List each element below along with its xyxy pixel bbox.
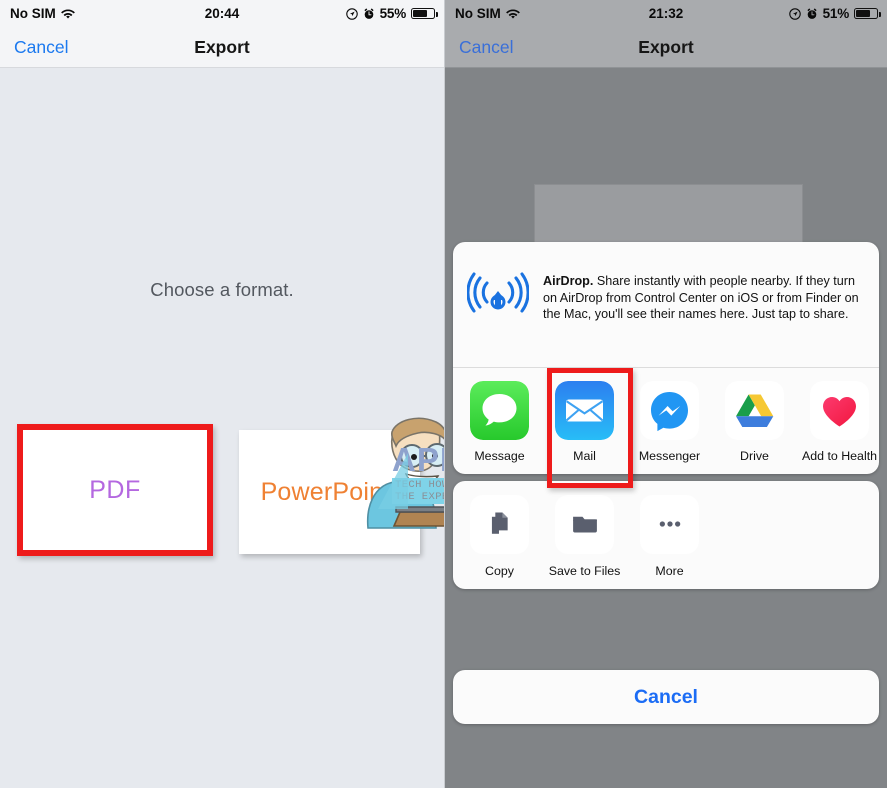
share-app-drive[interactable]: Drive	[712, 380, 797, 463]
right-status-bar: No SIM 21:32 51%	[445, 0, 887, 27]
pdf-label: PDF	[89, 475, 141, 504]
battery-icon	[854, 7, 881, 20]
powerpoint-label: PowerPoint	[260, 477, 391, 506]
health-heart-icon	[810, 380, 869, 440]
location-icon	[788, 7, 801, 20]
share-actions-row: Copy Save to Files More	[453, 494, 879, 578]
google-drive-icon	[725, 380, 784, 440]
wifi-icon	[505, 8, 520, 19]
left-status-bar: No SIM 20:44 55%	[0, 0, 444, 27]
wifi-icon	[60, 8, 75, 19]
share-action-more[interactable]: More	[627, 494, 712, 578]
alarm-clock-icon	[363, 7, 375, 20]
left-phone-screen: No SIM 20:44 55% Cancel Export Choose a …	[0, 0, 444, 788]
share-apps-row: Message Mail Messenger Drive Add to Heal…	[453, 380, 882, 463]
share-sheet-main-card: AirDrop. Share instantly with people nea…	[453, 242, 882, 488]
share-action-label: Copy	[485, 563, 514, 578]
battery-percent-label: 51%	[822, 6, 850, 21]
status-right-group: 55%	[345, 6, 438, 21]
right-nav-bar: Cancel Export	[445, 27, 887, 68]
share-app-label: Message	[474, 448, 525, 463]
status-left-group: No SIM	[455, 6, 520, 21]
share-action-label: More	[655, 563, 684, 578]
cancel-button[interactable]: Cancel	[14, 37, 68, 58]
share-sheet: AirDrop. Share instantly with people nea…	[453, 242, 879, 724]
carrier-label: No SIM	[455, 6, 501, 21]
cancel-button[interactable]: Cancel	[459, 37, 513, 58]
airdrop-description-block: AirDrop. Share instantly with people nea…	[543, 259, 863, 323]
format-card-powerpoint[interactable]: PowerPoint	[239, 430, 420, 554]
ellipsis-icon	[640, 494, 699, 554]
share-action-copy[interactable]: Copy	[457, 494, 542, 578]
status-right-group: 51%	[788, 6, 881, 21]
airdrop-icon	[466, 259, 530, 321]
share-app-message[interactable]: Message	[457, 380, 542, 463]
copy-icon	[470, 494, 529, 554]
share-app-label: Mail	[573, 448, 596, 463]
battery-percent-label: 55%	[379, 6, 407, 21]
share-apps-row-container: Message Mail Messenger Drive Add to Heal…	[453, 367, 882, 488]
mail-icon	[555, 380, 614, 440]
share-action-label: Save to Files	[548, 563, 621, 578]
share-sheet-cancel-label: Cancel	[634, 685, 698, 708]
format-chooser-body: Choose a format. PDF PowerPoint AP TECH …	[0, 68, 444, 788]
location-icon	[345, 7, 358, 20]
carrier-label: No SIM	[10, 6, 56, 21]
battery-icon	[411, 7, 438, 20]
airdrop-section: AirDrop. Share instantly with people nea…	[453, 242, 879, 368]
messenger-icon	[640, 380, 699, 440]
share-app-add-to-health[interactable]: Add to Health	[797, 380, 882, 463]
alarm-clock-icon	[806, 7, 818, 20]
folder-icon	[555, 494, 614, 554]
messages-icon	[470, 380, 529, 440]
share-action-save-to-files[interactable]: Save to Files	[542, 494, 627, 578]
share-app-label: Messenger	[638, 448, 701, 463]
status-left-group: No SIM	[10, 6, 75, 21]
left-nav-bar: Cancel Export	[0, 27, 444, 68]
share-app-messenger[interactable]: Messenger	[627, 380, 712, 463]
dual-screenshot-comparison: No SIM 20:44 55% Cancel Export Choose a …	[0, 0, 887, 788]
right-phone-screen: No SIM 21:32 51% Cancel Export AirDrop. …	[444, 0, 887, 788]
choose-format-prompt: Choose a format.	[150, 279, 294, 300]
share-actions-card: Copy Save to Files More	[453, 480, 879, 589]
share-app-mail[interactable]: Mail	[542, 380, 627, 463]
share-app-label: Add to Health	[801, 448, 878, 463]
airdrop-title: AirDrop.	[543, 274, 594, 288]
share-app-label: Drive	[740, 448, 769, 463]
share-sheet-cancel-button[interactable]: Cancel	[453, 670, 879, 724]
format-card-pdf[interactable]: PDF	[17, 424, 213, 556]
